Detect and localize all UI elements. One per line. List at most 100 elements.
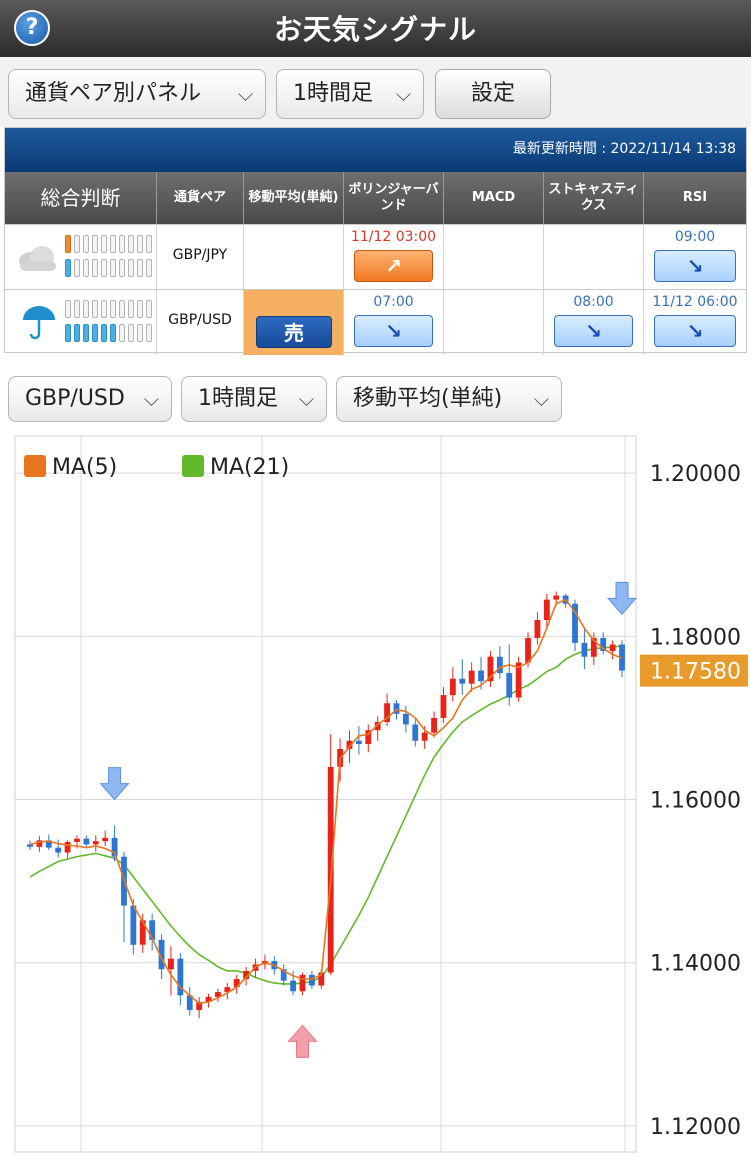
timeframe-select-value: 1時間足	[293, 81, 373, 106]
chevron-down-icon: ⌵	[395, 82, 411, 106]
table-row[interactable]: GBP/JPY 11/12 03:00 ↗ 09:00 ↘	[5, 224, 746, 290]
pair-cell: GBP/USD	[157, 290, 244, 355]
bollinger-cell: 07:00 ↘	[344, 290, 444, 355]
header-ma: 移動平均(単純)	[244, 172, 344, 224]
candle-body	[449, 678, 456, 696]
down-arrow-icon: ↘	[686, 254, 704, 278]
chart-pair-value: GBP/USD	[25, 386, 125, 411]
update-time: 最新更新時間 : 2022/11/14 13:38	[5, 128, 746, 172]
rsi-cell: 09:00 ↘	[644, 225, 746, 290]
header-pair: 通貨ペア	[157, 172, 244, 224]
candle-body	[581, 642, 588, 657]
candle-body	[478, 670, 484, 682]
signal-button[interactable]: ↘	[654, 250, 736, 282]
pair-label: GBP/USD	[168, 312, 232, 328]
candle-body	[506, 673, 513, 698]
candle-body	[290, 980, 297, 992]
macd-cell	[444, 225, 544, 290]
candle-body	[74, 838, 80, 842]
timeframe-select[interactable]: 1時間足 ⌵	[276, 69, 424, 119]
signal-button[interactable]: ↘	[554, 315, 633, 347]
bollinger-cell: 11/12 03:00 ↗	[344, 225, 444, 290]
chart-timeframe-value: 1時間足	[198, 386, 278, 411]
down-arrow-icon: ↘	[585, 319, 602, 343]
table-row[interactable]: GBP/USD 売 07:00 ↘ 08:00 ↘ 11/12 06:00 ↘	[5, 289, 746, 355]
chart-pair-select[interactable]: GBP/USD ⌵	[8, 376, 172, 422]
pair-cell: GBP/JPY	[157, 225, 244, 290]
signal-button[interactable]: ↘	[354, 315, 433, 347]
chevron-down-icon: ⌵	[533, 387, 549, 411]
chart-timeframe-select[interactable]: 1時間足 ⌵	[181, 376, 327, 422]
current-price-label: 1.17580	[650, 660, 741, 685]
signal-button[interactable]: ↗	[354, 250, 433, 282]
candle-body	[431, 717, 437, 733]
candle-body	[102, 837, 109, 842]
y-tick-label: 1.18000	[650, 625, 741, 650]
ma-cell	[244, 225, 344, 290]
candle-body	[327, 766, 334, 973]
table-header-row: 総合判断 通貨ペア 移動平均(単純) ボリンジャーバンド MACD ストキャステ…	[5, 172, 746, 224]
candle-body	[534, 620, 541, 638]
candle-body	[496, 656, 503, 674]
pair-label: GBP/JPY	[172, 247, 228, 263]
legend-swatch-ma5	[24, 455, 46, 477]
macd-cell	[444, 290, 544, 355]
chart-indicator-value: 移動平均(単純)	[353, 386, 503, 411]
candle-body	[55, 847, 62, 853]
signal-button[interactable]: ↘	[654, 315, 736, 347]
panel-select-value: 通貨ペア別パネル	[25, 81, 202, 106]
page-title: お天気シグナル	[273, 13, 477, 46]
rsi-cell: 11/12 06:00 ↘	[644, 290, 746, 355]
toolbar: 通貨ペア別パネル ⌵ 1時間足 ⌵ 設定	[0, 57, 751, 127]
overall-cell	[5, 290, 157, 355]
header-stochastics: ストキャスティクス	[544, 172, 644, 224]
candle-body	[130, 905, 137, 945]
stochastics-cell: 08:00 ↘	[544, 290, 644, 355]
signal-time: 11/12 06:00	[652, 294, 738, 310]
up-arrow-icon: ↗	[385, 254, 402, 278]
ma-cell: 売	[244, 290, 344, 355]
chart-svg[interactable]: 1.20000 1.18000 1.16000 1.14000 1.12000 1.175…	[0, 434, 751, 1157]
y-tick-label: 1.12000	[650, 1115, 741, 1140]
signal-time: 09:00	[674, 229, 716, 245]
y-tick-label: 1.20000	[650, 462, 741, 487]
signal-time: 07:00	[373, 294, 414, 310]
signal-panel: 最新更新時間 : 2022/11/14 13:38 総合判断 通貨ペア 移動平均…	[4, 127, 747, 355]
candle-body	[168, 958, 174, 970]
y-tick-label: 1.14000	[650, 952, 741, 977]
candle-body	[609, 644, 616, 652]
chart-indicator-select[interactable]: 移動平均(単純) ⌵	[336, 376, 562, 422]
chevron-down-icon: ⌵	[143, 387, 159, 411]
candle-body	[412, 724, 419, 741]
candle-body	[459, 678, 466, 684]
candle-body	[308, 974, 315, 986]
cloud-icon	[19, 246, 56, 271]
overall-cell	[5, 225, 157, 290]
header-bollinger: ボリンジャーバンド	[344, 172, 444, 224]
candle-body	[468, 670, 475, 684]
plot-area	[14, 435, 637, 1153]
legend-label-ma21: MA(21)	[210, 455, 289, 480]
umbrella-icon	[23, 306, 55, 340]
candle-body	[440, 695, 447, 718]
chart-controls: GBP/USD ⌵ 1時間足 ⌵ 移動平均(単純) ⌵	[0, 364, 751, 434]
header-macd: MACD	[444, 172, 544, 224]
candle-body	[543, 599, 550, 621]
down-arrow-icon: ↘	[385, 319, 402, 343]
candle-body	[27, 844, 33, 847]
legend-label-ma5: MA(5)	[52, 455, 117, 480]
legend-swatch-ma21	[182, 455, 204, 477]
y-tick-label: 1.16000	[650, 789, 741, 814]
candle-body	[92, 841, 99, 845]
signal-time: 11/12 03:00	[350, 229, 437, 245]
panel-select[interactable]: 通貨ペア別パネル ⌵	[8, 69, 266, 119]
candle-body	[402, 713, 409, 725]
candle-body	[421, 732, 428, 741]
candle-body	[64, 841, 71, 853]
header-overall: 総合判断	[5, 172, 157, 224]
stochastics-cell	[544, 225, 644, 290]
price-chart[interactable]: 1.20000 1.18000 1.16000 1.14000 1.12000 1.175…	[0, 434, 751, 1157]
settings-button[interactable]: 設定	[435, 69, 551, 119]
sell-signal-button[interactable]: 売	[256, 316, 332, 348]
candle-body	[299, 974, 306, 992]
